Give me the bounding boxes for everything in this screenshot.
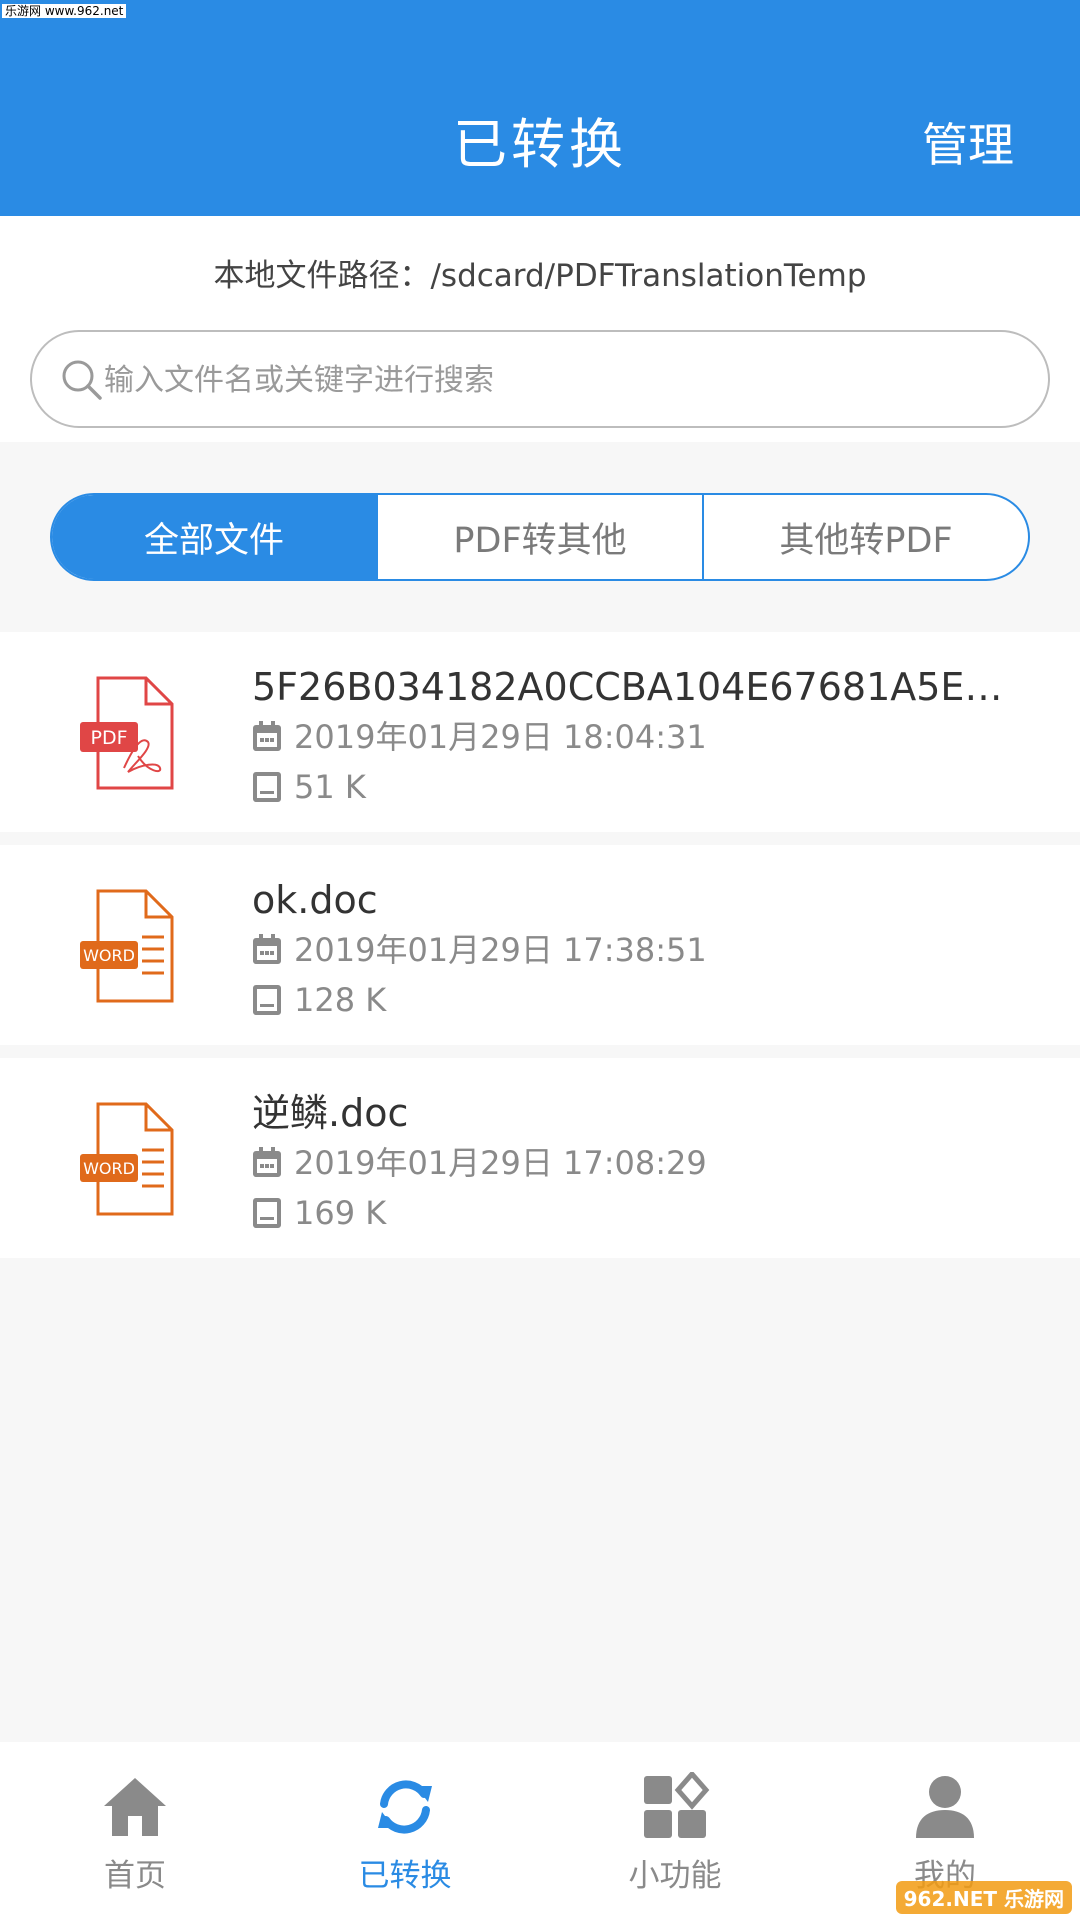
svg-text:PDF: PDF (90, 727, 127, 749)
home-icon (104, 1778, 166, 1836)
list-item[interactable]: WORD 逆鳞.doc 2019年01月29日 17:08:29 169 K (0, 1058, 1080, 1258)
file-size-text: 128 K (294, 981, 387, 1019)
file-size-icon (253, 1198, 281, 1228)
search-icon (62, 360, 102, 400)
word-file-icon: WORD (80, 889, 174, 1003)
file-date: 2019年01月29日 18:04:31 (252, 716, 707, 758)
tab-pdf-to-other[interactable]: PDF转其他 (378, 495, 704, 579)
tabbar-label: 首页 (104, 1858, 166, 1894)
list-item[interactable]: PDF 5F26B034182A0CCBA104E67681A5EE0C... … (0, 632, 1080, 832)
tabbar-item-tools[interactable]: 小功能 (540, 1742, 810, 1920)
calendar-icon (253, 934, 281, 964)
svg-text:WORD: WORD (83, 946, 135, 965)
apps-icon (644, 1772, 710, 1838)
path-section: 本地文件路径：/sdcard/PDFTranslationTemp (0, 216, 1080, 442)
user-icon (916, 1776, 974, 1838)
file-size-icon (253, 772, 281, 802)
file-size: 169 K (252, 1192, 386, 1234)
refresh-icon (378, 1780, 432, 1834)
watermark-top: 乐游网 www.962.net (2, 4, 127, 18)
tab-other-to-pdf[interactable]: 其他转PDF (704, 495, 1028, 579)
tabbar-item-converted[interactable]: 已转换 (270, 1742, 540, 1920)
local-path-text: 本地文件路径：/sdcard/PDFTranslationTemp (213, 258, 867, 294)
word-file-icon: WORD (80, 1102, 174, 1216)
file-date-text: 2019年01月29日 17:38:51 (294, 931, 707, 969)
search-box[interactable] (30, 330, 1050, 428)
tabbar-item-home[interactable]: 首页 (0, 1742, 270, 1920)
file-size-text: 51 K (294, 768, 366, 806)
tabbar-label: 小功能 (628, 1858, 722, 1894)
file-date-text: 2019年01月29日 17:08:29 (294, 1144, 707, 1182)
filter-tabs: 全部文件 PDF转其他 其他转PDF (50, 493, 1030, 581)
watermark-bottom: 962.NET 乐游网 (895, 1881, 1072, 1914)
search-input[interactable] (104, 354, 1004, 406)
file-size: 128 K (252, 979, 386, 1021)
calendar-icon (253, 721, 281, 751)
file-date: 2019年01月29日 17:38:51 (252, 929, 707, 971)
file-name: ok.doc (252, 878, 378, 922)
file-size: 51 K (252, 766, 366, 808)
file-name: 5F26B034182A0CCBA104E67681A5EE0C... (252, 665, 1012, 709)
page-title: 已转换 (453, 113, 627, 176)
svg-text:WORD: WORD (83, 1159, 135, 1178)
file-date: 2019年01月29日 17:08:29 (252, 1142, 707, 1184)
app-header: 乐游网 www.962.net 已转换 管理 (0, 0, 1080, 216)
file-name: 逆鳞.doc (252, 1091, 409, 1135)
calendar-icon (253, 1147, 281, 1177)
file-list: PDF 5F26B034182A0CCBA104E67681A5EE0C... … (0, 632, 1080, 1271)
pdf-file-icon: PDF (80, 676, 174, 790)
file-date-text: 2019年01月29日 18:04:31 (294, 718, 707, 756)
tab-all-files[interactable]: 全部文件 (52, 495, 378, 579)
file-size-icon (253, 985, 281, 1015)
tabbar-label: 已转换 (358, 1858, 452, 1894)
list-item[interactable]: WORD ok.doc 2019年01月29日 17:38:51 128 K (0, 845, 1080, 1045)
manage-button[interactable]: 管理 (922, 114, 1014, 176)
file-size-text: 169 K (294, 1194, 387, 1232)
